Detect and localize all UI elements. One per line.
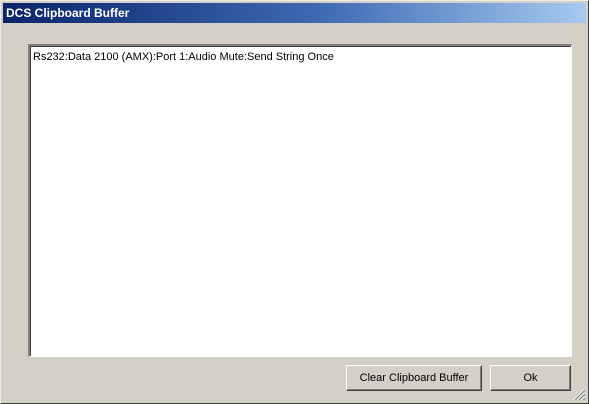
window-title: DCS Clipboard Buffer [6,6,130,20]
list-item[interactable]: Rs232:Data 2100 (AMX):Port 1:Audio Mute:… [33,50,568,64]
ok-button[interactable]: Ok [490,365,571,391]
clear-clipboard-buffer-button[interactable]: Clear Clipboard Buffer [346,365,482,391]
clipboard-buffer-list[interactable]: Rs232:Data 2100 (AMX):Port 1:Audio Mute:… [28,44,572,357]
clipboard-buffer-dialog: DCS Clipboard Buffer Rs232:Data 2100 (AM… [0,0,589,404]
title-bar[interactable]: DCS Clipboard Buffer [3,3,586,23]
resize-grip-icon[interactable] [572,387,586,401]
